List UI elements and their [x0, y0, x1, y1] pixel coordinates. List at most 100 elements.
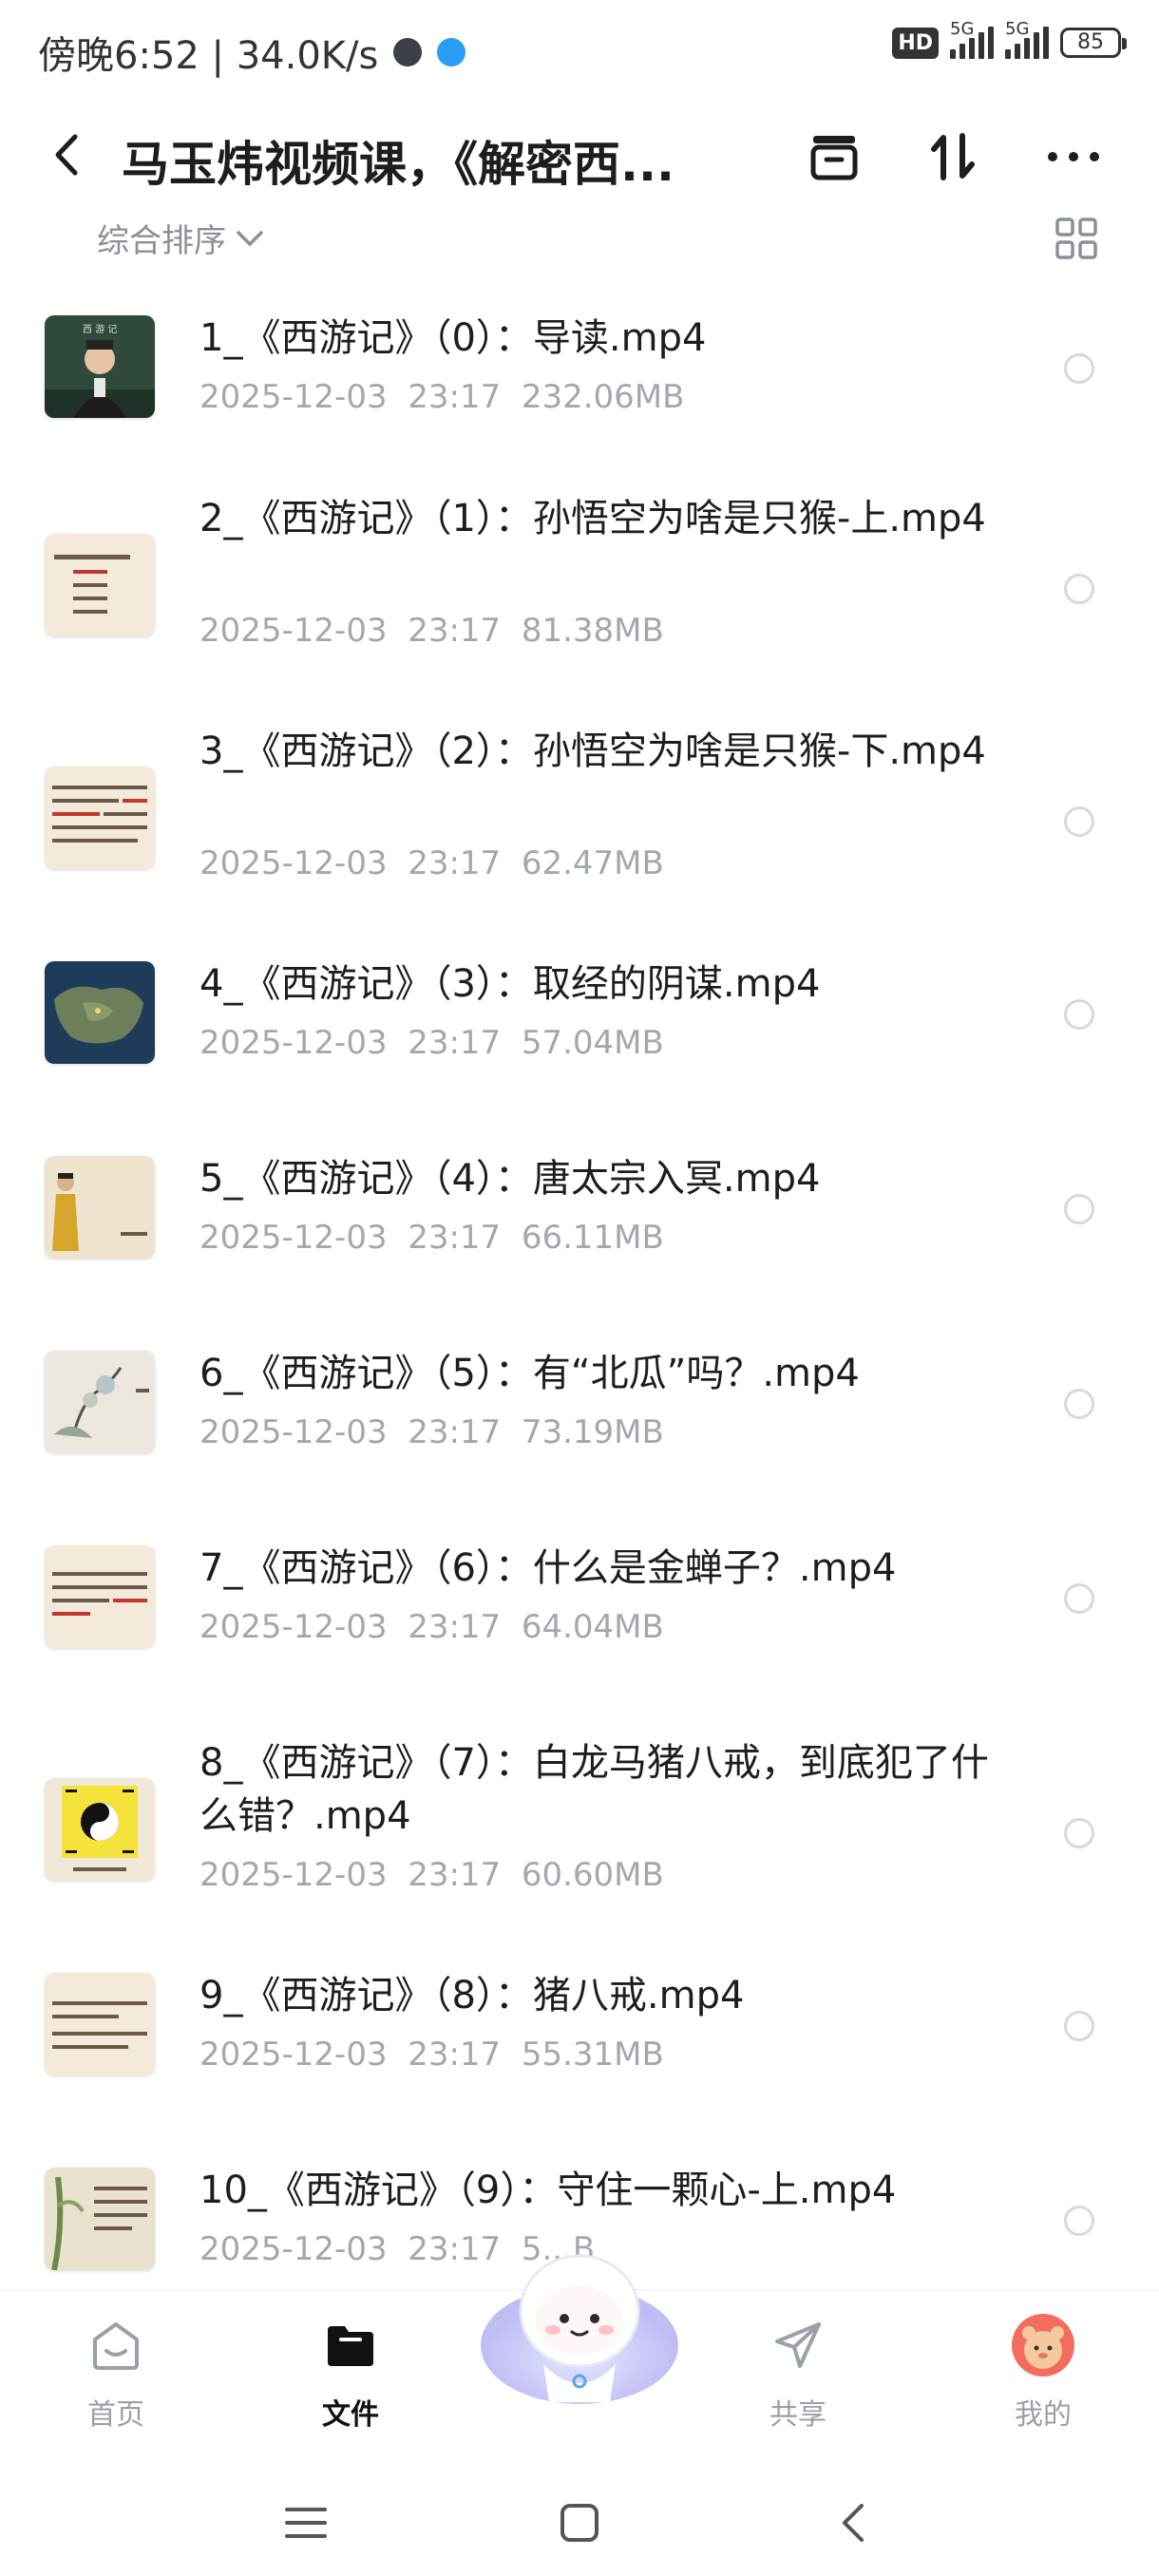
file-name: 8_《西游记》（7）：白龙马猪八戒，到底犯了什么错？.mp4	[200, 1741, 989, 1838]
select-radio[interactable]	[1064, 1194, 1094, 1224]
archive-icon	[810, 136, 858, 180]
system-menu-button[interactable]	[277, 2494, 334, 2551]
file-date: 2025-12-03 23:17	[200, 1219, 502, 1257]
file-size: 55.31MB	[521, 2036, 664, 2074]
file-meta: 2025-12-03 23:17 64.04MB	[200, 1608, 664, 1646]
file-meta: 2025-12-03 23:17 232.06MB	[200, 378, 684, 416]
top-header: 马玉炜视频课，《解密西...	[0, 100, 1159, 209]
file-size: 66.11MB	[521, 1219, 664, 1257]
system-back-button[interactable]	[825, 2494, 882, 2551]
painting-thumb	[45, 1351, 155, 1453]
file-date: 2025-12-03 23:17	[200, 1024, 502, 1062]
file-date: 2025-12-03 23:17	[200, 612, 502, 650]
tab-me[interactable]: 我的	[967, 2307, 1119, 2433]
file-name: 5_《西游记》（4）：唐太宗入冥.mp4	[200, 1157, 821, 1201]
file-name: 2_《西游记》（1）：孙悟空为啥是只猴-上.mp4	[200, 497, 986, 540]
network-label-2: 5G	[1005, 19, 1030, 39]
emperor-thumb	[45, 1156, 155, 1259]
bottom-nav: 首页 文件 共享 我的	[0, 2254, 1159, 2461]
file-meta: 2025-12-03 23:17 62.47MB	[200, 844, 664, 882]
assistant-mascot-icon	[481, 2254, 678, 2404]
file-date: 2025-12-03 23:17	[200, 2230, 502, 2268]
select-radio[interactable]	[1064, 1389, 1094, 1419]
tab-me-label: 我的	[1015, 2398, 1072, 2432]
select-radio[interactable]	[1064, 574, 1094, 604]
system-home-button[interactable]	[551, 2494, 608, 2551]
cloud-notification-icon	[437, 38, 466, 66]
assistant-mascot-button[interactable]	[477, 2231, 682, 2412]
sort-row: 综合排序	[0, 209, 1159, 266]
slide-thumb	[45, 767, 155, 869]
file-size: 60.60MB	[521, 1856, 664, 1894]
file-meta: 2025-12-03 23:17 55.31MB	[200, 2036, 664, 2074]
chevron-down-icon	[237, 230, 263, 246]
grid-icon	[1055, 218, 1097, 259]
file-date: 2025-12-03 23:17	[200, 1608, 502, 1646]
tab-share[interactable]: 共享	[722, 2307, 874, 2433]
file-name: 1_《西游记》（0）：导读.mp4	[200, 316, 707, 360]
signal-icon-2: 5G	[1005, 19, 1049, 59]
menu-icon	[285, 2508, 327, 2538]
file-meta: 2025-12-03 23:17 60.60MB	[200, 1856, 664, 1894]
sort-order-button[interactable]	[920, 123, 986, 190]
tab-files[interactable]: 文件	[275, 2307, 427, 2433]
back-icon	[55, 134, 78, 176]
select-radio[interactable]	[1064, 806, 1094, 837]
slide-thumb	[45, 1545, 155, 1648]
tab-files-label: 文件	[322, 2398, 379, 2432]
select-radio[interactable]	[1064, 353, 1094, 384]
folder-icon	[328, 2326, 373, 2366]
network-label: 5G	[950, 19, 975, 39]
battery-icon: 85	[1060, 28, 1127, 58]
tab-home-label: 首页	[87, 2398, 144, 2432]
file-size: 232.06MB	[521, 378, 685, 416]
more-button[interactable]	[1040, 123, 1107, 190]
archive-button[interactable]	[801, 123, 867, 190]
file-name: 3_《西游记》（2）：孙悟空为啥是只猴-下.mp4	[200, 729, 986, 773]
file-size: 57.04MB	[521, 1024, 664, 1062]
file-meta: 2025-12-03 23:17 57.04MB	[200, 1024, 664, 1062]
avatar-icon	[1012, 2314, 1074, 2377]
file-meta: 2025-12-03 23:17 73.19MB	[200, 1413, 664, 1451]
file-meta: 2025-12-03 23:17 81.38MB	[200, 612, 664, 650]
teacher-video-thumb: 西 游 记	[45, 315, 155, 418]
select-radio[interactable]	[1064, 1583, 1094, 1614]
file-meta: 2025-12-03 23:17 66.11MB	[200, 1219, 664, 1257]
status-bar: 傍晚6:52 | 34.0K/s HD 5G 5G 85	[0, 0, 1159, 100]
bamboo-thumb	[45, 2168, 155, 2270]
status-right: HD 5G 5G 85	[892, 19, 1127, 59]
select-radio[interactable]	[1064, 999, 1094, 1030]
status-left: 傍晚6:52 | 34.0K/s	[38, 25, 466, 80]
view-toggle-button[interactable]	[1053, 215, 1100, 262]
page-title: 马玉炜视频课，《解密西...	[122, 137, 674, 192]
select-radio[interactable]	[1064, 2206, 1094, 2236]
file-name: 6_《西游记》（5）：有“北瓜”吗？.mp4	[200, 1352, 860, 1395]
slide-thumb	[45, 534, 155, 636]
file-date: 2025-12-03 23:17	[200, 378, 502, 416]
back-button[interactable]	[38, 126, 95, 183]
file-name: 10_《西游记》（9）：守住一颗心-上.mp4	[200, 2169, 897, 2212]
file-size: 62.47MB	[521, 844, 664, 882]
home-icon	[93, 2322, 139, 2370]
sort-icon	[931, 133, 975, 180]
tab-home[interactable]: 首页	[40, 2307, 192, 2433]
file-name: 4_《西游记》（3）：取经的阴谋.mp4	[200, 962, 821, 1006]
back-arrow-icon	[843, 2504, 864, 2542]
select-radio[interactable]	[1064, 2011, 1094, 2041]
file-date: 2025-12-03 23:17	[200, 844, 502, 882]
file-date: 2025-12-03 23:17	[200, 1856, 502, 1894]
map-thumb	[45, 961, 155, 1064]
status-time-speed: 傍晚6:52 | 34.0K/s	[38, 34, 379, 78]
select-radio[interactable]	[1064, 1818, 1094, 1848]
sort-dropdown[interactable]: 综合排序	[97, 215, 264, 261]
file-size: 73.19MB	[521, 1413, 664, 1451]
file-size: 64.04MB	[521, 1608, 664, 1646]
sort-label: 综合排序	[97, 222, 226, 260]
svg-text:西 游 记: 西 游 记	[83, 323, 117, 335]
file-name: 9_《西游记》（8）：猪八戒.mp4	[200, 1974, 745, 2017]
file-size: 81.38MB	[521, 612, 664, 650]
hd-badge: HD	[892, 27, 939, 59]
file-date: 2025-12-03 23:17	[200, 1413, 502, 1451]
share-icon	[775, 2322, 821, 2368]
tab-share-label: 共享	[770, 2398, 826, 2432]
